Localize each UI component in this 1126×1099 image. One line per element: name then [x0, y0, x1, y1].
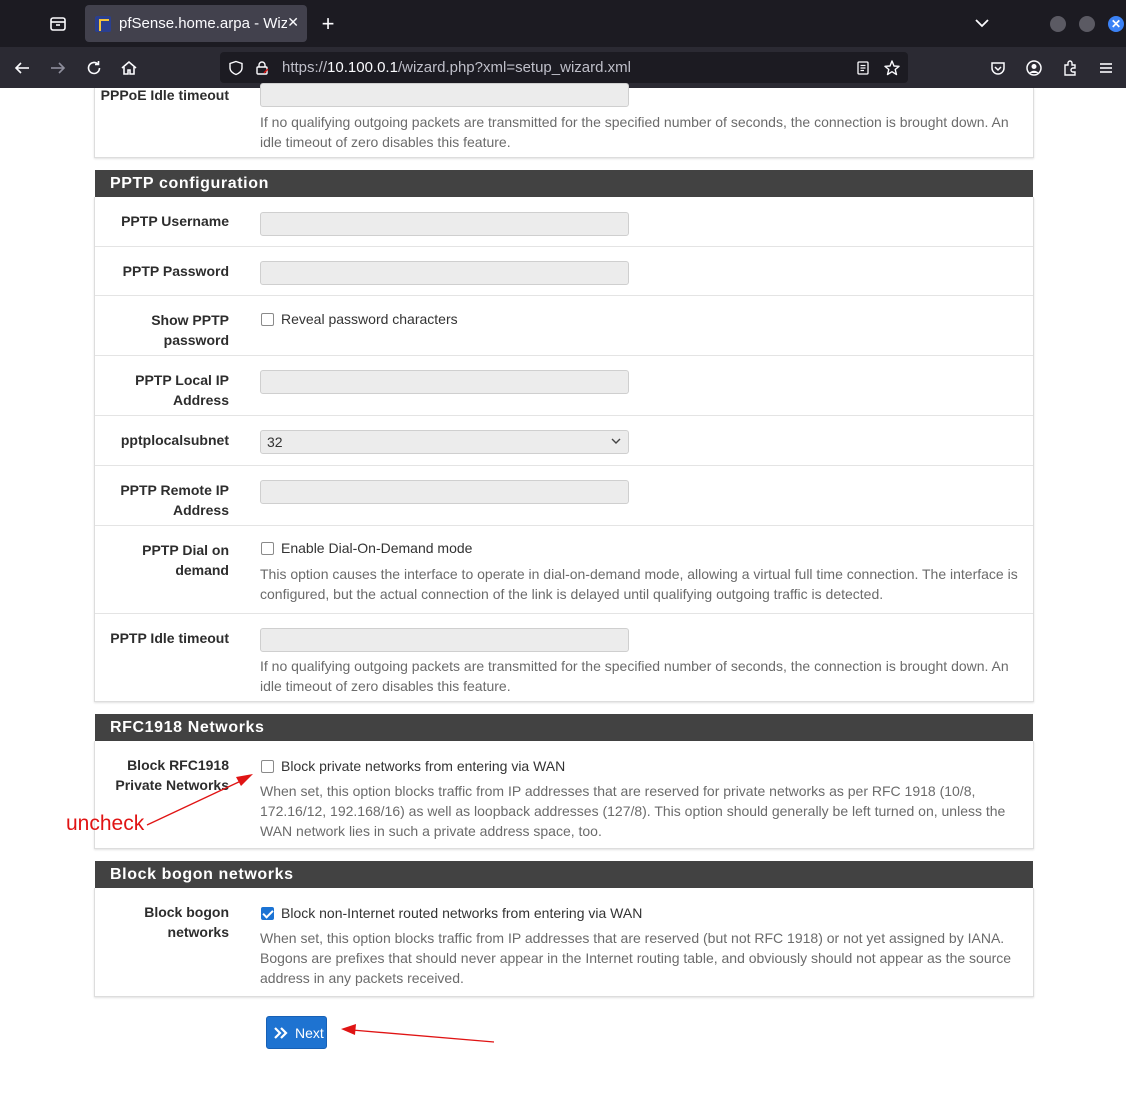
pptp-subnet-row: pptplocalsubnet 32 [95, 416, 1033, 466]
pptp-panel: PPTP Username PPTP Password Show PPTP pa… [94, 197, 1034, 702]
annotation-uncheck-text: uncheck [66, 812, 145, 835]
pptp-idle-label: PPTP Idle timeout [110, 630, 229, 646]
tab-title: pfSense.home.arpa - Wizard [119, 15, 287, 32]
pptp-subnet-value: 32 [267, 434, 283, 450]
pptp-remote-ip-row: PPTP Remote IP Address [95, 466, 1033, 526]
home-icon[interactable] [116, 55, 142, 81]
new-tab-icon[interactable]: + [316, 10, 340, 38]
pptp-dial-label: PPTP Dial on demand [142, 542, 229, 578]
pptp-username-label: PPTP Username [121, 213, 229, 229]
pptp-password-row: PPTP Password [95, 247, 1033, 296]
url-prefix: https:// [282, 59, 328, 76]
page-content: PPPoE Idle timeout If no qualifying outg… [0, 83, 1126, 1099]
dial-on-demand-help: This option causes the interface to oper… [260, 566, 1018, 602]
pptp-local-ip-input[interactable] [260, 370, 629, 394]
block-rfc1918-checkbox[interactable] [261, 759, 274, 773]
pppoe-panel: PPPoE Idle timeout If no qualifying outg… [94, 83, 1034, 158]
dial-on-demand-checkbox[interactable] [261, 541, 274, 555]
pptp-subnet-select[interactable]: 32 [260, 430, 629, 454]
menu-icon[interactable] [1093, 55, 1119, 81]
pptp-idle-input[interactable] [260, 628, 629, 652]
reveal-password-text: Reveal password characters [281, 311, 458, 327]
pptp-show-password-row: Show PPTP password Reveal password chara… [95, 296, 1033, 356]
dial-on-demand-checkbox-line[interactable]: Enable Dial-On-Demand mode [261, 540, 472, 556]
pptp-subnet-label: pptplocalsubnet [120, 432, 229, 448]
block-rfc1918-checkbox-line[interactable]: Block private networks from entering via… [261, 758, 565, 774]
block-bogon-label: Block bogon networks [144, 904, 229, 940]
pocket-icon[interactable] [985, 55, 1011, 81]
pptp-idle-help: If no qualifying outgoing packets are tr… [260, 658, 1009, 694]
url-path: /wizard.php?xml=setup_wizard.xml [397, 59, 631, 76]
tracking-shield-icon[interactable] [226, 58, 246, 78]
back-icon[interactable] [9, 55, 35, 81]
browser-tab-bar: pfSense.home.arpa - Wizard ✕ + ✕ [0, 0, 1126, 47]
tab-list-icon[interactable] [44, 10, 72, 38]
block-bogon-help: When set, this option blocks traffic fro… [260, 930, 1012, 986]
pptp-local-ip-row: PPTP Local IP Address [95, 356, 1033, 416]
pptp-password-input[interactable] [260, 261, 629, 285]
account-icon[interactable] [1021, 55, 1047, 81]
pptp-local-ip-label: PPTP Local IP Address [135, 372, 229, 408]
pptp-dial-row: PPTP Dial on demand Enable Dial-On-Deman… [95, 526, 1033, 614]
block-rfc1918-help: When set, this option blocks traffic fro… [260, 783, 1006, 839]
url-bar[interactable]: https://10.100.0.1/wizard.php?xml=setup_… [220, 52, 908, 83]
rfc1918-heading: RFC1918 Networks [95, 714, 1033, 741]
pfsense-favicon-icon [95, 15, 111, 32]
block-bogon-text: Block non-Internet routed networks from … [281, 905, 643, 921]
url-host: 10.100.0.1 [327, 59, 398, 76]
bogon-heading: Block bogon networks [95, 861, 1033, 888]
pptp-username-row: PPTP Username [95, 197, 1033, 247]
bogon-panel: Block bogon networks Block non-Internet … [94, 888, 1034, 997]
annotation-arrow-to-next [341, 1024, 495, 1043]
chevron-down-icon[interactable] [972, 13, 992, 38]
block-rfc1918-text: Block private networks from entering via… [281, 758, 566, 774]
block-bogon-checkbox[interactable] [261, 906, 274, 920]
lock-icon[interactable] [252, 58, 272, 78]
maximize-window-icon[interactable] [1079, 16, 1095, 32]
reveal-password-checkbox[interactable] [261, 312, 274, 326]
pppoe-idle-timeout-help: If no qualifying outgoing packets are tr… [260, 114, 1009, 150]
minimize-window-icon[interactable] [1050, 16, 1066, 32]
pppoe-idle-timeout-input[interactable] [260, 83, 629, 107]
block-bogon-checkbox-line[interactable]: Block non-Internet routed networks from … [261, 905, 642, 921]
chevron-down-icon [611, 438, 621, 444]
bookmark-star-icon[interactable] [882, 58, 902, 78]
url-text[interactable]: https://10.100.0.1/wizard.php?xml=setup_… [282, 59, 631, 76]
pptp-username-input[interactable] [260, 212, 629, 236]
pptp-password-label: PPTP Password [122, 263, 229, 279]
block-rfc1918-label: Block RFC1918 Private Networks [115, 757, 229, 793]
dial-on-demand-text: Enable Dial-On-Demand mode [281, 540, 473, 556]
pptp-remote-ip-label: PPTP Remote IP Address [120, 482, 229, 518]
extensions-icon[interactable] [1057, 55, 1083, 81]
reload-icon[interactable] [81, 55, 107, 81]
pptp-idle-row: PPTP Idle timeout If no qualifying outgo… [95, 614, 1033, 702]
pppoe-idle-timeout-label: PPPoE Idle timeout [100, 87, 229, 103]
close-window-icon[interactable]: ✕ [1108, 16, 1124, 32]
tab-close-icon[interactable]: ✕ [287, 14, 299, 31]
double-chevron-right-icon [273, 1026, 289, 1040]
pptp-heading: PPTP configuration [95, 170, 1033, 197]
rfc1918-panel: Block RFC1918 Private Networks Block pri… [94, 741, 1034, 849]
forward-icon[interactable] [45, 55, 71, 81]
reveal-password-checkbox-line[interactable]: Reveal password characters [261, 311, 458, 327]
pptp-remote-ip-input[interactable] [260, 480, 629, 504]
pptp-show-password-label: Show PPTP password [151, 312, 229, 348]
browser-tab-active[interactable]: pfSense.home.arpa - Wizard ✕ [85, 5, 307, 42]
next-button[interactable]: Next [266, 1016, 327, 1049]
next-button-label: Next [295, 1024, 324, 1041]
reader-view-icon[interactable] [853, 58, 873, 78]
